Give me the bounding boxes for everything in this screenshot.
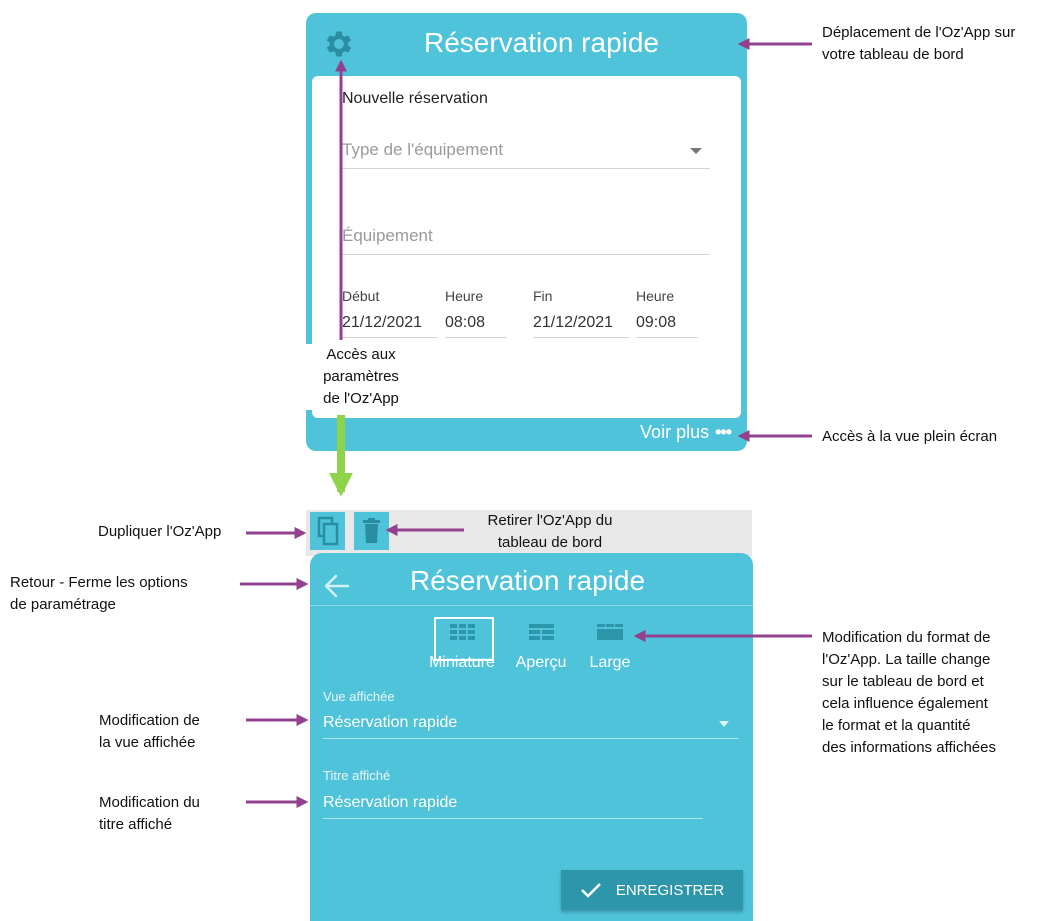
annotation-arrows	[240, 38, 812, 808]
